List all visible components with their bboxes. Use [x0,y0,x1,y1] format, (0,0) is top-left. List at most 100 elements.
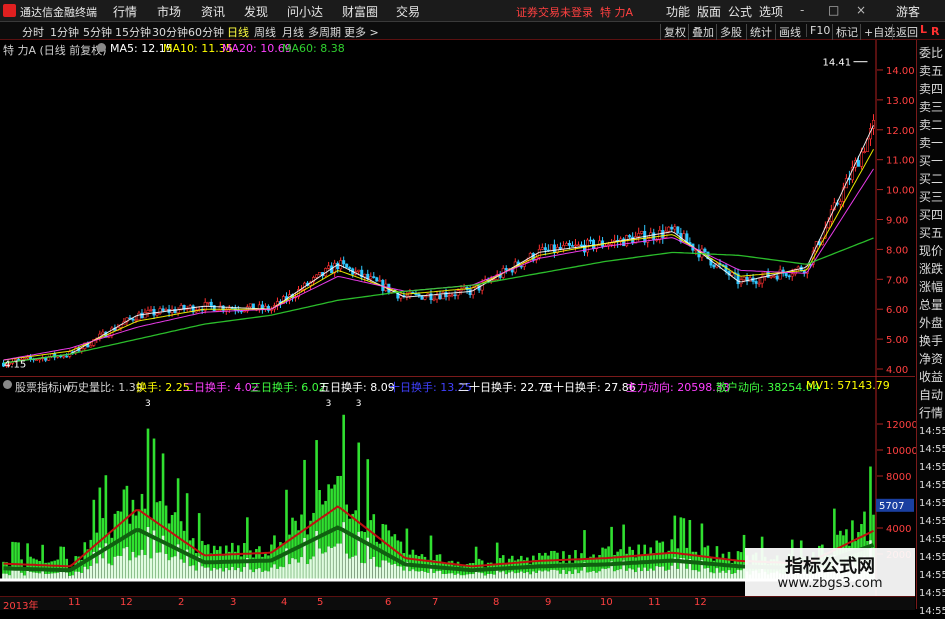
side-panel-item[interactable]: 自动 [919,388,945,403]
turnover-bar-low [276,568,279,580]
turnover-bar-low [411,569,415,580]
candle-body [453,294,457,297]
side-panel-item[interactable]: 14:55 [919,568,945,583]
turnover-bar-low [179,559,183,580]
turnover-bar-low [387,562,391,580]
time-axis-label: 2 [178,597,185,608]
side-panel-item[interactable]: 14:55 [919,604,945,619]
candle-body [134,319,138,322]
candle-body [62,355,66,358]
turnover-bar-low [372,556,376,580]
turnover-bar-low [291,558,294,580]
side-panel-item: 卖一 [919,136,944,150]
turnover-bar-low [685,568,689,580]
price-tick-label: 14.00 [886,66,915,77]
turnover-bar-low [363,563,367,580]
candle-body [570,245,574,247]
turnover-bar-low [107,563,111,580]
turnover-bar-low [155,552,159,580]
turnover-bar-low [167,560,171,580]
volume-tick-label: 12000 [886,420,918,431]
turnover-bar-low [637,567,640,580]
candle-body [549,244,553,251]
turnover-bar-low [119,556,123,580]
side-panel-item: 卖二 [919,118,944,132]
turnover-bar-low [553,569,556,580]
candle-body [576,244,580,247]
side-panel-item[interactable]: 14:55 [919,550,945,565]
turnover-bar-low [95,563,99,580]
turnover-bar-low [643,567,647,580]
side-panel-item[interactable]: 14:55 [919,460,945,475]
candle-body [790,273,794,277]
side-panel-item[interactable]: 14:55 [919,496,945,511]
turnover-bar-low [396,566,400,580]
side-panel-item: 买三 [919,190,944,204]
low-price-label: 4.15 [4,360,26,371]
candle-body [637,233,641,237]
candle-body [787,275,791,278]
turnover-bar-low [348,558,351,580]
side-panel-item: 卖五 [919,64,944,78]
turnover-bar-low [604,569,607,580]
turnover-bar-low [134,557,138,580]
side-panel-item[interactable]: 行情 [919,406,945,421]
candle-body [552,244,556,253]
side-panel-item[interactable]: 14:55 [919,442,945,457]
side-panel-item: 买二 [919,172,944,186]
time-axis: 2013年 11 12 2 3 4 5 6 7 8 9 10 11 12 [0,596,915,612]
price-tick-label: 4.00 [886,365,908,376]
turnover-bar-low [170,557,174,580]
price-tick-label: 6.00 [886,305,908,316]
kline-chart[interactable]: 14.00 13.00 12.00 11.00 10.00 9.00 8.00 7.00 6.0… [0,0,945,609]
price-axis: 14.00 13.00 12.00 11.00 10.00 9.00 8.00 7.00 6.0… [875,40,915,596]
candle-body [89,345,93,348]
candle-body [703,248,707,253]
turnover-bar-low [309,559,312,580]
candle-body [378,279,382,282]
candle-body [327,265,331,269]
candle-body [417,293,421,296]
candle-body [504,268,508,271]
turnover-bar-low [574,569,577,580]
volume-marker-label: 3 [326,399,332,409]
price-tick-label: 12.00 [886,126,915,137]
candle-body [564,242,568,246]
watermark-url: www.zbgs3.com [777,576,883,591]
turnover-bar-low [333,546,336,580]
candle-body [315,274,319,278]
turnover-bar-low [390,564,394,580]
time-axis-label: 4 [281,597,288,608]
side-panel-item[interactable]: 14:55 [919,532,945,547]
chart-annotations: 14.41 4.15 3 3 3 [4,58,868,409]
side-panel-item[interactable]: 14:55 [919,478,945,493]
candle-body [435,295,439,300]
candle-body [628,235,632,238]
price-tick-label: 10.00 [886,186,915,197]
turnover-bar-low [173,556,177,580]
side-panel-item[interactable]: 14:55 [919,514,945,529]
volume-tick-label: 4000 [886,524,911,535]
turnover-bar-low [203,567,207,580]
turnover-bar-low [279,566,282,580]
candle-body [754,281,758,284]
candle-body [35,359,39,361]
candle-body [673,226,677,230]
side-panel-item: 收益 [919,370,944,384]
quote-side-panel: R 委比 卖五 卖四 卖三 卖二 卖一 买一 买二 买三 买四 买五 现价 涨跌 涨幅 总量 外盘 换手 净资 收益… [916,25,945,617]
turnover-bar-low [140,549,144,580]
turnover-bar-low [649,568,653,580]
turnover-bar-low [116,555,120,580]
turnover-bar-low [164,553,168,580]
turnover-bar-low [188,566,192,580]
turnover-bar-low [670,565,674,580]
candle-body [146,310,150,313]
turnover-bar-low [182,562,186,580]
candle-body [492,279,496,281]
side-panel-item[interactable]: 14:55 [919,424,945,439]
side-panel-item[interactable]: 14:55 [919,586,945,601]
candle-body [667,226,671,232]
price-tick-label: 5.00 [886,335,908,346]
candle-body [670,226,674,230]
candle-body [164,309,168,311]
